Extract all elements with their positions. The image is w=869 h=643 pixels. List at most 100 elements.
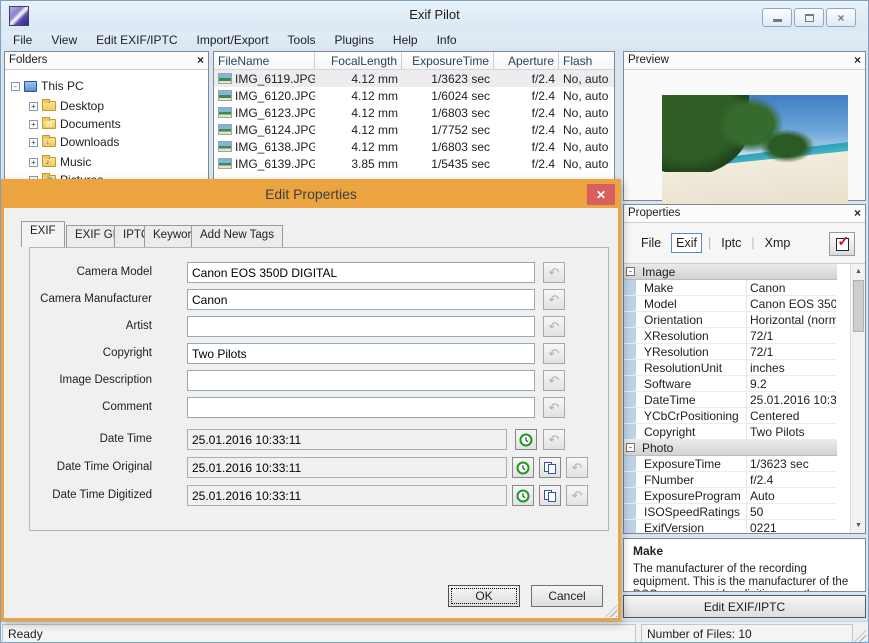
- column-header-aperture[interactable]: Aperture: [494, 52, 559, 69]
- scroll-down-icon[interactable]: ▼: [851, 518, 865, 533]
- clock-button[interactable]: [515, 429, 537, 450]
- preview-close-icon[interactable]: ×: [854, 53, 861, 67]
- column-header-filename[interactable]: FileName: [214, 52, 315, 69]
- clock-icon: [516, 461, 530, 474]
- properties-scrollbar[interactable]: ▲ ▼: [850, 264, 865, 533]
- file-row[interactable]: IMG_6119.JPG 4.12 mm 1/3623 sec f/2.4 No…: [214, 70, 614, 87]
- menu-info[interactable]: Info: [437, 33, 457, 47]
- file-row[interactable]: IMG_6139.JPG 3.85 mm 1/5435 sec f/2.4 No…: [214, 155, 614, 172]
- dialog-tab-add-new-tags[interactable]: Add New Tags: [191, 225, 283, 247]
- folders-close-icon[interactable]: ×: [197, 53, 204, 67]
- form-row: Camera Manufacturer ↶: [30, 289, 608, 311]
- undo-button[interactable]: ↶: [543, 343, 565, 364]
- undo-button[interactable]: ↶: [566, 457, 588, 478]
- dialog-close-button[interactable]: ✕: [587, 184, 615, 205]
- collapse-icon[interactable]: -: [626, 267, 635, 276]
- edit-exif-iptc-button[interactable]: Edit EXIF/IPTC: [623, 595, 866, 618]
- undo-button[interactable]: ↶: [543, 397, 565, 418]
- close-button[interactable]: ×: [826, 8, 856, 27]
- column-header-flash[interactable]: Flash: [559, 52, 614, 69]
- edit-properties-button[interactable]: ✓: [829, 232, 855, 256]
- file-row[interactable]: IMG_6124.JPG 4.12 mm 1/7752 sec f/2.4 No…: [214, 121, 614, 138]
- clock-button[interactable]: [512, 485, 534, 506]
- camera-model-input[interactable]: [187, 262, 535, 283]
- expand-icon[interactable]: +: [29, 157, 38, 167]
- file-row[interactable]: IMG_6120.JPG 4.12 mm 1/6024 sec f/2.4 No…: [214, 87, 614, 104]
- date-time-digitized-input[interactable]: [187, 485, 507, 506]
- scroll-up-icon[interactable]: ▲: [851, 264, 865, 279]
- property-row[interactable]: Software 9.2: [624, 376, 837, 392]
- minimize-button[interactable]: [762, 8, 792, 27]
- tree-item-this-pc[interactable]: - This PC: [11, 78, 84, 94]
- resize-grip[interactable]: [854, 630, 866, 642]
- tab-file[interactable]: File: [637, 234, 665, 252]
- artist-input[interactable]: [187, 316, 535, 337]
- undo-button[interactable]: ↶: [543, 370, 565, 391]
- camera-manufacturer-input[interactable]: [187, 289, 535, 310]
- menu-help[interactable]: Help: [393, 33, 418, 47]
- undo-button[interactable]: ↶: [543, 262, 565, 283]
- exposure-time: 1/5435 sec: [431, 156, 490, 171]
- file-row[interactable]: IMG_6123.JPG 4.12 mm 1/6803 sec f/2.4 No…: [214, 104, 614, 121]
- dialog-resize-grip[interactable]: [605, 605, 617, 617]
- collapse-icon[interactable]: -: [11, 81, 20, 91]
- property-row[interactable]: ResolutionUnit inches: [624, 360, 837, 376]
- tab-exif[interactable]: Exif: [671, 233, 702, 253]
- copy-button[interactable]: [539, 457, 561, 478]
- menu-tools[interactable]: Tools: [288, 33, 316, 47]
- column-header-exposuretime[interactable]: ExposureTime: [402, 52, 494, 69]
- ok-button[interactable]: OK: [448, 585, 520, 607]
- menu-view[interactable]: View: [51, 33, 77, 47]
- property-group[interactable]: - Image: [624, 264, 837, 280]
- collapse-icon[interactable]: -: [626, 443, 635, 452]
- expand-icon[interactable]: +: [29, 101, 38, 111]
- undo-button[interactable]: ↶: [543, 316, 565, 337]
- menu-import-export[interactable]: Import/Export: [197, 33, 269, 47]
- property-row[interactable]: ExposureTime 1/3623 sec: [624, 456, 837, 472]
- property-row[interactable]: ModelCanon EOS 350...: [624, 296, 837, 312]
- maximize-button[interactable]: [794, 8, 824, 27]
- copy-button[interactable]: [539, 485, 561, 506]
- property-row[interactable]: ExifVersion 0221: [624, 520, 837, 533]
- undo-button[interactable]: ↶: [543, 289, 565, 310]
- property-row[interactable]: Copyright Two Pilots: [624, 424, 837, 440]
- menu-file[interactable]: File: [13, 33, 32, 47]
- dialog-tab-exif[interactable]: EXIF: [21, 221, 65, 247]
- image-description-input[interactable]: [187, 370, 535, 391]
- tree-item-music[interactable]: + ♪ Music: [29, 154, 91, 170]
- scrollbar-thumb[interactable]: [853, 280, 864, 332]
- property-row[interactable]: ISOSpeedRatings 50: [624, 504, 837, 520]
- tree-item-desktop[interactable]: + Desktop: [29, 98, 104, 114]
- property-row[interactable]: YResolution 72/1: [624, 344, 837, 360]
- tab-iptc[interactable]: Iptc: [717, 234, 745, 252]
- expand-icon[interactable]: +: [29, 137, 38, 147]
- properties-close-icon[interactable]: ×: [854, 206, 861, 220]
- property-group[interactable]: - Photo: [624, 440, 837, 456]
- property-row[interactable]: FNumber f/2.4: [624, 472, 837, 488]
- copyright-input[interactable]: [187, 343, 535, 364]
- property-row[interactable]: OrientationHorizontal (normal): [624, 312, 837, 328]
- clock-button[interactable]: [512, 457, 534, 478]
- comment-input[interactable]: [187, 397, 535, 418]
- downloads-folder-icon: ↓: [42, 135, 56, 147]
- cancel-button[interactable]: Cancel: [531, 585, 603, 607]
- menu-plugins[interactable]: Plugins: [335, 33, 374, 47]
- property-row[interactable]: XResolution 72/1: [624, 328, 837, 344]
- undo-button[interactable]: ↶: [543, 429, 565, 450]
- column-header-focallength[interactable]: FocalLength: [315, 52, 402, 69]
- tree-item-downloads[interactable]: + ↓ Downloads: [29, 134, 119, 150]
- date-time-input[interactable]: [187, 429, 507, 450]
- date-time-original-input[interactable]: [187, 457, 507, 478]
- tree-item-documents[interactable]: + ▤ Documents: [29, 116, 121, 132]
- dialog-title-bar[interactable]: Edit Properties ✕: [4, 182, 618, 208]
- clock-icon: [516, 489, 530, 502]
- file-row[interactable]: IMG_6138.JPG 4.12 mm 1/6803 sec f/2.4 No…: [214, 138, 614, 155]
- undo-button[interactable]: ↶: [566, 485, 588, 506]
- property-row[interactable]: DateTime25.01.2016 10:3...: [624, 392, 837, 408]
- tab-xmp[interactable]: Xmp: [761, 234, 795, 252]
- expand-icon[interactable]: +: [29, 119, 38, 129]
- menu-edit-exif-iptc[interactable]: Edit EXIF/IPTC: [96, 33, 177, 47]
- property-row[interactable]: Make Canon: [624, 280, 837, 296]
- property-row[interactable]: YCbCrPositioning Centered: [624, 408, 837, 424]
- property-row[interactable]: ExposureProgram Auto: [624, 488, 837, 504]
